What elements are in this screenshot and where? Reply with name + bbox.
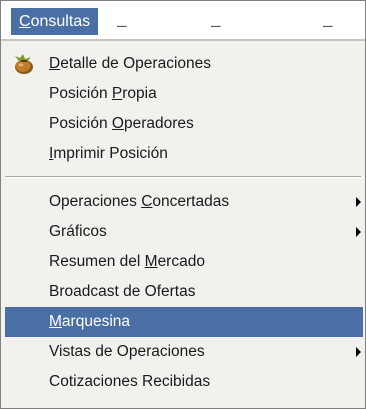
menu-item-label-pre: Gr <box>49 223 67 240</box>
menu-item-posicion-propia[interactable]: Posición Propia <box>1 79 365 109</box>
menu-consultas[interactable]: Consultas <box>11 8 99 35</box>
application-window: Consultas _ _ _ Detalle de Operaciones P… <box>0 0 366 409</box>
menu-item-mnemonic: M <box>49 313 62 330</box>
submenu-arrow-icon <box>356 227 361 237</box>
menu-bar: Consultas _ _ _ <box>1 1 365 41</box>
menu-item-label-pre: Operaciones <box>49 193 142 210</box>
menu-item-detalle-de-operaciones[interactable]: Detalle de Operaciones <box>1 49 365 79</box>
menu-item-vistas-de-operaciones[interactable]: Vistas de Operaciones <box>1 337 365 367</box>
menu-item-label-post: peradores <box>123 115 194 132</box>
menu-item-operaciones-concertadas[interactable]: Operaciones Concertadas <box>1 187 365 217</box>
submenu-arrow-icon <box>356 347 361 357</box>
menu-item-label: Cotizaciones Recibidas <box>49 373 211 390</box>
menu-item-marquesina[interactable]: Marquesina <box>5 307 363 337</box>
menu-item-label-post: ficos <box>74 223 107 240</box>
menu-item-label-post: ercado <box>157 253 205 270</box>
menu-item-cotizaciones-recibidas[interactable]: Cotizaciones Recibidas <box>1 367 365 397</box>
submenu-arrow-icon <box>356 197 361 207</box>
menu-item-label-post: mprimir Posición <box>53 145 168 162</box>
menu-consultas-label: onsultas <box>30 13 91 30</box>
menu-item-label-pre: Resumen del <box>49 253 145 270</box>
menu-item-resumen-del-mercado[interactable]: Resumen del Mercado <box>1 247 365 277</box>
money-bag-icon <box>15 54 33 74</box>
menubar-field-1[interactable]: _ <box>117 8 127 35</box>
menu-consultas-mnemonic: C <box>19 13 31 30</box>
menu-item-label-post: arquesina <box>61 313 130 330</box>
menubar-field-2[interactable]: _ <box>211 8 221 35</box>
menu-separator <box>5 176 361 178</box>
menu-item-imprimir-posicion[interactable]: Imprimir Posición <box>1 139 365 169</box>
menu-item-label: Vistas de Operaciones <box>49 343 205 360</box>
consultas-dropdown-menu: Detalle de Operaciones Posición Propia P… <box>1 41 365 408</box>
menu-item-label-post: etalle de Operaciones <box>60 55 211 72</box>
menu-item-posicion-operadores[interactable]: Posición Operadores <box>1 109 365 139</box>
menu-item-mnemonic: P <box>111 85 123 102</box>
menu-item-mnemonic: á <box>66 223 75 240</box>
menubar-fields: _ _ _ <box>113 8 365 35</box>
menu-item-mnemonic: C <box>141 193 153 210</box>
menu-item-label: Broadcast de Ofertas <box>49 283 196 300</box>
menu-item-mnemonic: D <box>49 55 61 72</box>
menu-item-broadcast-de-ofertas[interactable]: Broadcast de Ofertas <box>1 277 365 307</box>
menu-item-label-post: oncertadas <box>152 193 230 210</box>
menu-item-mnemonic: M <box>144 253 158 270</box>
menu-item-graficos[interactable]: Gráficos <box>1 217 365 247</box>
menu-item-label-pre: Posición <box>49 115 112 132</box>
menu-item-label-post: ropia <box>122 85 157 102</box>
menu-item-mnemonic: O <box>111 115 124 132</box>
menubar-field-3[interactable]: _ <box>323 8 333 35</box>
menu-item-label-pre: Posición <box>49 85 112 102</box>
